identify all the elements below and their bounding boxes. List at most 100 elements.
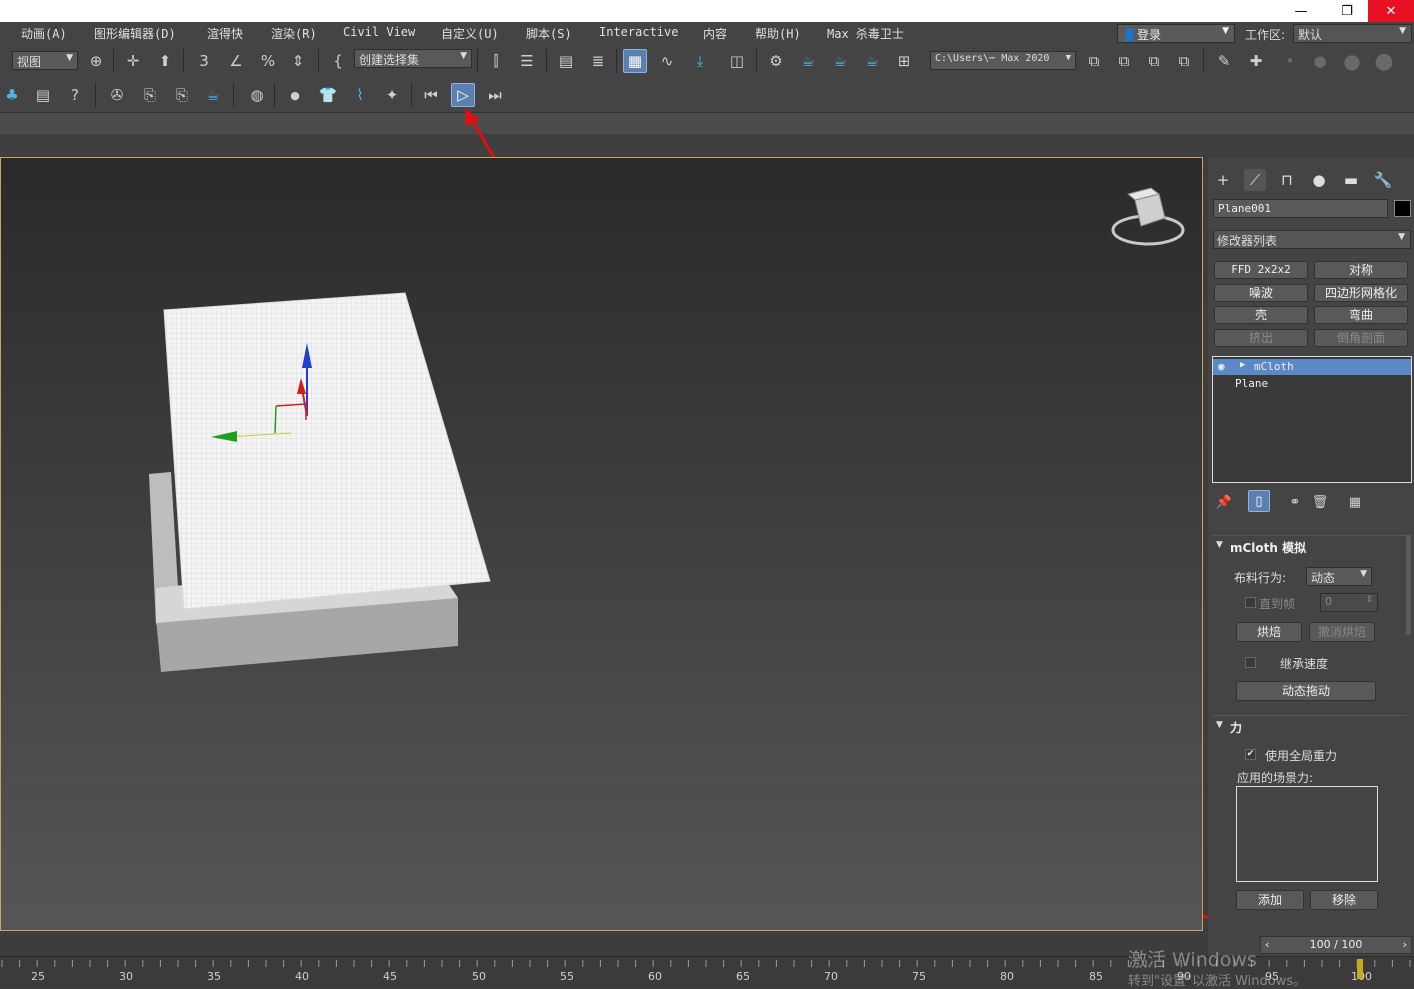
menu-customize[interactable]: 自定义(U) (441, 25, 499, 42)
pivot-icon[interactable]: ⊕ (84, 49, 108, 73)
mirror-icon[interactable]: ⫿ (484, 49, 508, 73)
edit-named-selection-icon[interactable]: { (326, 49, 350, 73)
restore-button[interactable]: ❐ (1324, 0, 1370, 22)
minimize-button[interactable]: — (1278, 0, 1324, 22)
chevron-right-icon[interactable]: › (1403, 937, 1407, 953)
current-frame-marker[interactable] (1357, 959, 1363, 979)
stack-item-mcloth[interactable]: ◉ ▶ mCloth (1213, 359, 1411, 375)
modifier-button-bevel-profile[interactable]: 倒角剖面 (1314, 329, 1408, 347)
file-settings-icon[interactable]: ⎘ (170, 83, 194, 107)
material-editor-icon[interactable]: ◫ (725, 49, 749, 73)
menu-animation[interactable]: 动画(A) (21, 25, 67, 42)
menu-civil-view[interactable]: Civil View (343, 25, 415, 39)
use-global-gravity-checkbox[interactable]: ✔ (1245, 749, 1256, 760)
bake-button[interactable]: 烘焙 (1236, 622, 1302, 642)
collapse-icon[interactable]: ▼ (1216, 720, 1223, 730)
cloth-behavior-dropdown[interactable]: 动态 ▼ (1306, 567, 1372, 586)
applied-forces-list[interactable] (1236, 786, 1378, 882)
paint-icon[interactable]: ✎ (1212, 49, 1236, 73)
modifier-button-bend[interactable]: 弯曲 (1314, 306, 1408, 324)
make-unique-icon[interactable]: ⚭ (1283, 490, 1307, 514)
menu-content[interactable]: 内容 (703, 25, 727, 42)
layer-explorer-icon[interactable]: ≣ (586, 49, 610, 73)
menu-rendering[interactable]: 渲染(R) (271, 25, 317, 42)
percent-snap-icon[interactable]: % (256, 49, 280, 73)
modifier-button-extrude[interactable]: 挤出 (1214, 329, 1308, 347)
angle-snap-icon[interactable]: ∠ (224, 49, 248, 73)
hierarchy-tab-icon[interactable]: ⊓ (1276, 169, 1298, 191)
dynamic-drag-button[interactable]: 动态拖动 (1236, 681, 1376, 701)
modifier-button-ffd[interactable]: FFD 2x2x2 (1214, 261, 1308, 279)
globe-icon[interactable]: ◍ (245, 83, 269, 107)
dot-xlarge-icon[interactable]: ● (1372, 49, 1396, 74)
menu-help[interactable]: 帮助(H) (755, 25, 801, 42)
modifier-list-dropdown[interactable]: 修改器列表 ▼ (1213, 230, 1411, 249)
perspective-viewport[interactable] (0, 157, 1203, 931)
object-name-field[interactable]: Plane001 (1213, 199, 1388, 218)
menu-graph-editors[interactable]: 图形编辑器(D) (94, 25, 176, 42)
transform-gizmo-icon[interactable]: ✚ (1244, 49, 1268, 73)
ribbon-toggle-icon[interactable]: ▦ (623, 49, 647, 73)
menu-max-antivirus[interactable]: Max 杀毒卫士 (827, 25, 904, 42)
show-end-result-icon[interactable]: ▯ (1248, 490, 1270, 512)
until-frame-checkbox[interactable] (1245, 597, 1256, 608)
until-frame-spinner[interactable]: 0 ⇕ (1320, 593, 1378, 612)
inherit-velocity-checkbox[interactable] (1245, 657, 1256, 668)
pin-stack-icon[interactable]: 📌 (1212, 490, 1236, 514)
help-icon[interactable]: ? (63, 83, 87, 107)
dot-large-icon[interactable]: ● (1340, 49, 1364, 73)
file-script-icon[interactable]: ⎘ (138, 83, 162, 107)
schematic-view-icon[interactable]: ⤓ (688, 49, 712, 73)
menu-scripting[interactable]: 脚本(S) (526, 25, 572, 42)
modifier-button-shell[interactable]: 壳 (1214, 306, 1308, 324)
link-icon[interactable]: ⧉ (1082, 49, 1106, 73)
modifier-button-symmetry[interactable]: 对称 (1314, 261, 1408, 279)
panel-scrollbar[interactable] (1406, 535, 1411, 635)
close-button[interactable]: ✕ (1368, 0, 1414, 22)
utilities-tab-icon[interactable]: 🔧 (1372, 169, 1394, 191)
modify-tab-icon[interactable]: ⟋ (1244, 169, 1266, 191)
object-color-swatch[interactable] (1394, 200, 1411, 217)
display-tab-icon[interactable]: ▬ (1340, 169, 1362, 191)
step-simulation-icon[interactable]: ⏭ (483, 83, 507, 107)
render-setup-icon[interactable]: ⚙ (764, 49, 788, 73)
motion-tab-icon[interactable]: ● (1308, 169, 1330, 191)
render-production-icon[interactable]: ☕ (828, 49, 852, 73)
unlink-icon[interactable]: ⧉ (1112, 49, 1136, 73)
project-folder-dropdown[interactable]: C:\Users\⋯ Max 2020 ▼ (930, 51, 1076, 70)
brush-icon[interactable]: ⌇ (348, 83, 372, 107)
login-dropdown[interactable]: 👤登录 ▼ (1117, 24, 1235, 43)
camera-shutter-icon[interactable]: ✇ (105, 83, 129, 107)
unbake-button[interactable]: 撤消烘焙 (1309, 622, 1375, 642)
menu-interactive[interactable]: Interactive (599, 25, 678, 39)
time-slider[interactable]: ‹ 100 / 100 › (1260, 936, 1412, 954)
bind-icon[interactable]: ⧉ (1142, 49, 1166, 73)
named-selection-set-dropdown[interactable]: 创建选择集 ▼ (354, 49, 472, 68)
spinner-snap-icon[interactable]: ⇕ (286, 49, 310, 73)
hierarchy-icon[interactable]: ⧉ (1172, 49, 1196, 73)
reference-coordinate-dropdown[interactable]: 视图 ▼ (12, 51, 78, 70)
dot-small-icon[interactable]: • (1278, 49, 1302, 73)
eye-icon[interactable]: ◉ (1218, 360, 1225, 373)
configure-modifier-sets-icon[interactable]: ▦ (1343, 490, 1367, 514)
menu-render-fast[interactable]: 渲得快 (207, 25, 243, 42)
tree-icon[interactable]: ♣ (0, 83, 24, 107)
workspace-dropdown[interactable]: 默认 ▼ (1293, 24, 1412, 43)
reset-simulation-icon[interactable]: ⏮ (419, 83, 443, 107)
scene-explorer-icon[interactable]: ▤ (554, 49, 578, 73)
chevron-left-icon[interactable]: ‹ (1265, 937, 1269, 953)
add-force-button[interactable]: 添加 (1236, 890, 1304, 910)
list-icon[interactable]: ▤ (31, 83, 55, 107)
render-grid-icon[interactable]: ⊞ (892, 49, 916, 73)
modifier-button-noise[interactable]: 噪波 (1214, 284, 1308, 302)
teapot-icon[interactable]: ☕ (201, 83, 225, 107)
sphere-icon[interactable]: ● (283, 83, 307, 107)
place-icon[interactable]: ⬆ (153, 49, 177, 73)
create-tab-icon[interactable]: + (1212, 169, 1234, 191)
remove-force-button[interactable]: 移除 (1310, 890, 1378, 910)
cloth-shirt-icon[interactable]: 👕 (316, 83, 340, 107)
align-icon[interactable]: ☰ (515, 49, 539, 73)
dot-icon[interactable]: ● (1308, 49, 1332, 73)
collapse-icon[interactable]: ▼ (1216, 540, 1223, 550)
play-simulation-icon[interactable]: ▷ (451, 83, 475, 107)
